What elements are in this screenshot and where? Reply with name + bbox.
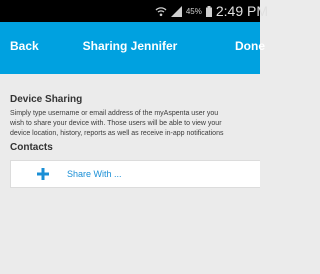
share-with-button[interactable]: Share With ... [10, 160, 260, 188]
clock: 2:49 PM [215, 3, 268, 19]
status-icons: 45% 2:49 PM [155, 3, 268, 19]
signal-icon [170, 5, 182, 17]
device-sharing-description: Simply type username or email address of… [10, 109, 255, 139]
status-bar: 45% 2:49 PM [0, 0, 268, 22]
description-line: device location, history, reports as wel… [10, 130, 224, 137]
device-sharing-heading: Device Sharing [10, 94, 83, 105]
wifi-icon [155, 6, 167, 16]
battery-icon [205, 5, 212, 17]
navigation-bar: Back Sharing Jennifer Done [0, 22, 265, 74]
done-button[interactable]: Done [235, 39, 265, 53]
share-with-label: Share With ... [67, 169, 122, 179]
contacts-heading: Contacts [10, 142, 53, 153]
description-line: wish to share your device with. Those us… [10, 120, 222, 127]
battery-percent: 45% [185, 6, 202, 16]
description-line: Simply type username or email address of… [10, 110, 219, 117]
plus-icon [37, 168, 49, 180]
page-title: Sharing Jennifer [82, 39, 178, 53]
